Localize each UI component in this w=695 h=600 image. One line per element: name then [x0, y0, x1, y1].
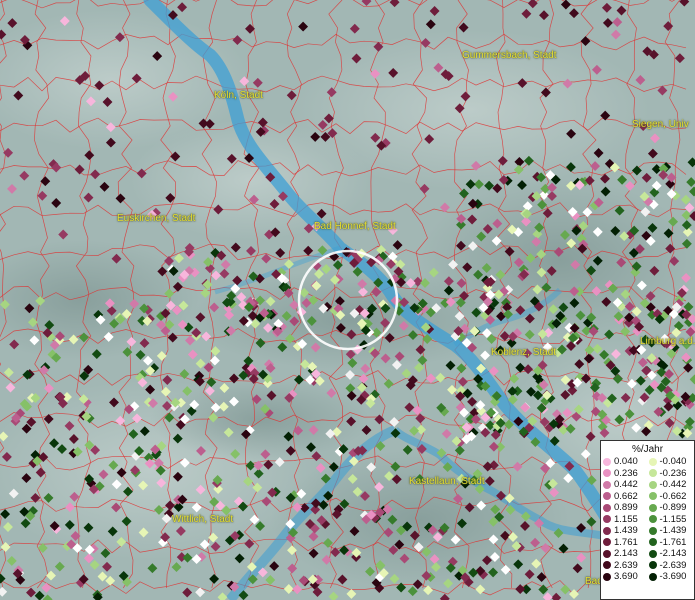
legend-swatch — [648, 492, 657, 501]
legend-value: -1.155 — [659, 513, 687, 525]
legend-swatch — [648, 515, 657, 524]
city-label-siegen: Siegen, Univ — [632, 119, 689, 130]
legend-swatch — [603, 469, 611, 478]
legend-negative-row: -1.761 — [648, 536, 695, 549]
legend-value: -0.236 — [659, 467, 687, 479]
city-label-koeln: Köln, Stadt — [214, 90, 263, 101]
city-label-koblenz: Koblenz, Stadt — [491, 347, 557, 358]
legend-value: -0.442 — [659, 479, 687, 491]
legend-positive-column: 0.040 0.236 0.442 0.662 0.899 1.155 1.439 1.761… — [603, 456, 649, 583]
legend-negative-row: -0.662 — [648, 490, 695, 503]
legend-swatch — [648, 480, 657, 489]
city-label-euskirchen: Euskirchen, Stadt — [117, 213, 196, 224]
legend-swatch — [648, 526, 657, 535]
legend-positive-row: 1.155 — [603, 514, 649, 526]
legend-swatch — [648, 457, 657, 466]
legend-positive-row: 0.040 — [603, 456, 649, 468]
legend-value: -1.439 — [659, 525, 687, 537]
legend-swatch — [648, 503, 657, 512]
city-label-gummersbach: Gummersbach, Stadt — [462, 50, 557, 61]
legend-value: -1.761 — [659, 536, 687, 548]
legend-value: 2.143 — [614, 548, 638, 560]
legend-positive-row: 0.899 — [603, 502, 649, 514]
city-label-bad-honnef: Bad Honnef, Stadt — [314, 221, 396, 232]
legend-negative-row: -2.143 — [648, 548, 695, 560]
city-label-kastellaun: Kastellaun, Stadt — [409, 476, 485, 487]
legend-swatch — [648, 538, 657, 547]
legend-swatch — [603, 515, 611, 524]
legend-negative-row: -0.040 — [648, 456, 695, 468]
legend-swatch — [648, 572, 657, 581]
legend-value: -3.690 — [659, 571, 687, 583]
legend-value: -0.899 — [659, 502, 687, 514]
selection-ring — [297, 249, 399, 351]
legend-negative-row: -0.442 — [648, 479, 695, 491]
legend-swatch — [603, 538, 611, 547]
map-view[interactable]: Köln, Stadt Gummersbach, Stadt Siegen, U… — [0, 0, 695, 600]
legend-negative-row: -3.690 — [648, 571, 695, 583]
legend-positive-row: 1.439 — [603, 525, 649, 537]
legend-swatch — [603, 480, 611, 489]
legend-swatch — [603, 503, 611, 512]
legend-value: 1.439 — [614, 525, 638, 537]
legend-negative-row: -2.639 — [648, 559, 695, 572]
selection-overlay — [297, 249, 399, 351]
legend-swatch — [603, 572, 611, 581]
legend-value: 0.662 — [614, 490, 638, 502]
legend-value: -0.662 — [659, 490, 687, 502]
legend-negative-row: -1.155 — [648, 513, 695, 526]
city-label-wittlich: Wittlich, Stadt — [172, 514, 234, 525]
legend-positive-row: 3.690 — [603, 571, 649, 583]
legend-value: 0.899 — [614, 502, 638, 514]
legend-value: 0.040 — [614, 456, 638, 468]
legend-positive-row: 1.761 — [603, 537, 649, 549]
legend-value: -2.639 — [659, 559, 687, 571]
legend-negative-row: -0.899 — [648, 502, 695, 514]
legend-swatch — [603, 526, 611, 535]
legend-value: 1.155 — [614, 513, 638, 525]
legend-value: 0.442 — [614, 479, 638, 491]
legend-value: 2.639 — [614, 559, 638, 571]
legend-value: -0.040 — [659, 456, 687, 468]
legend-value: 1.761 — [614, 536, 638, 548]
legend: %/Jahr 0.040 0.236 0.442 0.662 0.899 1.155 1.4… — [600, 440, 695, 600]
legend-swatch — [603, 561, 611, 570]
legend-negative-row: -0.236 — [648, 467, 695, 480]
legend-positive-row: 2.143 — [603, 548, 649, 560]
legend-positive-row: 0.442 — [603, 479, 649, 491]
legend-negative-column: -0.040 -0.236 -0.442 -0.662 -0.899 -1.155 -1.4… — [648, 456, 695, 583]
legend-swatch — [648, 469, 657, 478]
legend-swatch — [603, 549, 611, 558]
legend-swatch — [603, 492, 611, 501]
legend-value: 0.236 — [614, 467, 638, 479]
legend-title: %/Jahr — [631, 444, 664, 455]
legend-positive-row: 0.236 — [603, 468, 649, 480]
legend-negative-row: -1.439 — [648, 525, 695, 537]
legend-value: -2.143 — [659, 548, 687, 560]
city-label-limburg: Limburg a.d. — [640, 336, 695, 347]
legend-positive-row: 2.639 — [603, 560, 649, 572]
legend-value: 3.690 — [614, 571, 638, 583]
legend-swatch — [603, 457, 611, 466]
legend-swatch — [648, 549, 657, 558]
legend-swatch — [648, 561, 657, 570]
legend-positive-row: 0.662 — [603, 491, 649, 503]
